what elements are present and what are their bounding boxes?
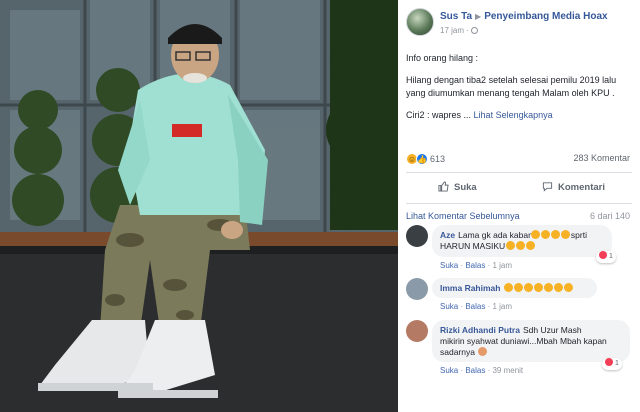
like-button[interactable]: Suka bbox=[438, 175, 477, 201]
group-name[interactable]: Penyeimbang Media Hoax bbox=[484, 11, 607, 22]
laughing-emoji-icon bbox=[551, 230, 561, 239]
globe-icon bbox=[470, 27, 478, 34]
laughing-emoji-icon bbox=[541, 230, 551, 239]
comment-actions: Suka · Balas · 1 jam bbox=[440, 302, 513, 311]
comment-time[interactable]: 39 menit bbox=[492, 366, 523, 375]
triangle-right-icon: ▶ bbox=[475, 12, 482, 21]
post-actions: Suka Komentari bbox=[406, 175, 632, 201]
meta-dot: · bbox=[466, 26, 469, 35]
commenter-name[interactable]: Rizki Adhandi Putra bbox=[440, 325, 520, 335]
laughing-emoji-icon bbox=[503, 283, 513, 292]
comment-reply-link[interactable]: Balas bbox=[465, 366, 485, 375]
comment-time[interactable]: 1 jam bbox=[492, 261, 512, 270]
comment-like-link[interactable]: Suka bbox=[440, 261, 458, 270]
post-paragraph: Ciri2 : wapres ... Lihat Selengkapnya bbox=[406, 109, 634, 122]
comment-actions: Suka · Balas · 1 jam bbox=[440, 261, 513, 270]
comment-text: sadarnya bbox=[440, 347, 475, 357]
commenter-avatar[interactable] bbox=[406, 320, 428, 342]
reaction-summary[interactable]: ☺👍 613 bbox=[406, 153, 445, 167]
laughing-emoji-icon bbox=[513, 283, 523, 292]
post-meta: 17 jam · bbox=[440, 26, 478, 35]
comments-count-label: 6 dari 140 bbox=[589, 211, 630, 221]
post-stats: ☺👍 613 283 Komentar bbox=[406, 153, 630, 167]
thumbs-up-icon bbox=[438, 181, 449, 192]
laughing-emoji-icon bbox=[531, 230, 541, 239]
post-photo[interactable] bbox=[0, 0, 398, 412]
comment-text: Sdh Uzur Mash bbox=[522, 325, 582, 335]
see-more-link[interactable]: Lihat Selengkapnya bbox=[474, 110, 553, 120]
comment-button-label: Komentari bbox=[558, 182, 605, 193]
comment-time[interactable]: 1 jam bbox=[492, 302, 512, 311]
post-panel: Sus Ta ▶ Penyeimbang Media Hoax 17 jam · In… bbox=[398, 0, 640, 412]
laughing-emoji-icon bbox=[543, 283, 553, 292]
post-byline: Sus Ta ▶ Penyeimbang Media Hoax bbox=[440, 11, 608, 22]
laughing-emoji-icon bbox=[563, 283, 573, 292]
comment-count[interactable]: 283 Komentar bbox=[573, 153, 630, 163]
heart-icon bbox=[599, 251, 607, 259]
view-previous-comments-link[interactable]: Lihat Komentar Sebelumnya bbox=[406, 211, 520, 221]
author-name[interactable]: Sus Ta bbox=[440, 11, 472, 22]
photo-illustration bbox=[0, 0, 398, 412]
divider bbox=[406, 172, 632, 173]
comment-text: Lama gk ada kabar bbox=[458, 230, 531, 240]
comment-actions: Suka · Balas · 39 menit bbox=[440, 366, 524, 375]
commenter-name[interactable]: Aze bbox=[440, 230, 455, 240]
like-icon: 👍 bbox=[416, 153, 428, 165]
comment-reactions[interactable]: 1 bbox=[596, 251, 616, 263]
comment-reply-link[interactable]: Balas bbox=[465, 302, 485, 311]
like-button-label: Suka bbox=[454, 182, 477, 193]
heart-icon bbox=[605, 358, 613, 366]
comment-text: HARUN MASIKU bbox=[440, 241, 506, 251]
comment-reaction-count: 1 bbox=[609, 253, 613, 260]
commenter-name[interactable]: Imma Rahimah bbox=[440, 283, 500, 293]
comment-bubble: Aze Lama gk ada kabar sprti HARUN MASIKU bbox=[432, 225, 612, 257]
laughing-emoji-icon bbox=[525, 241, 535, 250]
post-header: Sus Ta ▶ Penyeimbang Media Hoax 17 jam · bbox=[406, 8, 634, 40]
post-paragraph-text: Ciri2 : wapres ... bbox=[406, 110, 472, 120]
laughing-emoji-icon bbox=[515, 241, 525, 250]
laughing-emoji-icon bbox=[505, 241, 515, 250]
post-paragraph: Hilang dengan tiba2 setelah selesai pemi… bbox=[406, 75, 617, 98]
comment-bubble: Imma Rahimah bbox=[432, 278, 597, 298]
comment-icon bbox=[542, 182, 553, 192]
comment-reaction-count: 1 bbox=[615, 360, 619, 367]
laughing-emoji-icon bbox=[561, 230, 571, 239]
post-time[interactable]: 17 jam bbox=[440, 26, 464, 35]
comment-reactions[interactable]: 1 bbox=[602, 358, 622, 370]
commenter-avatar[interactable] bbox=[406, 278, 428, 300]
previous-comments-row: Lihat Komentar Sebelumnya 6 dari 140 bbox=[406, 211, 630, 221]
post-body: Info orang hilang : Hilang dengan tiba2 … bbox=[406, 52, 634, 131]
comment-bubble: Rizki Adhandi Putra Sdh Uzur Mash mikirin… bbox=[432, 320, 630, 362]
comment-button[interactable]: Komentari bbox=[542, 175, 605, 201]
comment-like-link[interactable]: Suka bbox=[440, 302, 458, 311]
divider bbox=[406, 203, 632, 204]
comment-text: mikirin syahwat duniawi...Mbah Mbah kapa… bbox=[440, 336, 607, 346]
comment-reply-link[interactable]: Balas bbox=[465, 261, 485, 270]
author-avatar[interactable] bbox=[406, 8, 434, 36]
laughing-emoji-icon bbox=[533, 283, 543, 292]
commenter-avatar[interactable] bbox=[406, 225, 428, 247]
laughing-emoji-icon bbox=[553, 283, 563, 292]
comment-like-link[interactable]: Suka bbox=[440, 366, 458, 375]
reaction-count: 613 bbox=[430, 154, 446, 164]
comment-text: sprti bbox=[570, 230, 587, 240]
post-paragraph: Info orang hilang : bbox=[406, 53, 479, 63]
laughing-emoji-icon bbox=[523, 283, 533, 292]
woman-emoji-icon bbox=[477, 347, 487, 356]
